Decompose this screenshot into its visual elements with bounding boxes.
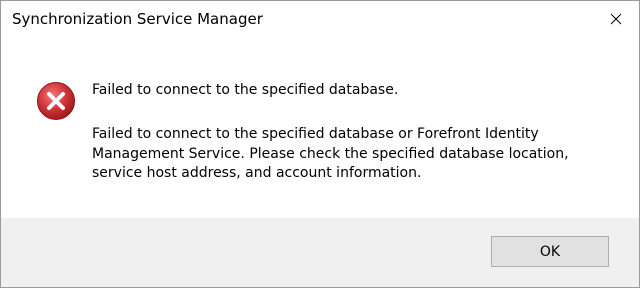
window-title: Synchronization Service Manager <box>12 10 263 28</box>
error-icon <box>36 81 76 121</box>
ok-button[interactable]: OK <box>491 236 609 267</box>
title-bar: Synchronization Service Manager <box>1 1 639 37</box>
error-dialog: Synchronization Service Manager Failed t… <box>0 0 640 288</box>
error-message-detail: Failed to connect to the specified datab… <box>92 126 569 181</box>
close-icon <box>610 13 622 25</box>
button-bar: OK <box>1 218 639 287</box>
error-message-main: Failed to connect to the specified datab… <box>92 82 399 98</box>
close-button[interactable] <box>593 1 639 37</box>
